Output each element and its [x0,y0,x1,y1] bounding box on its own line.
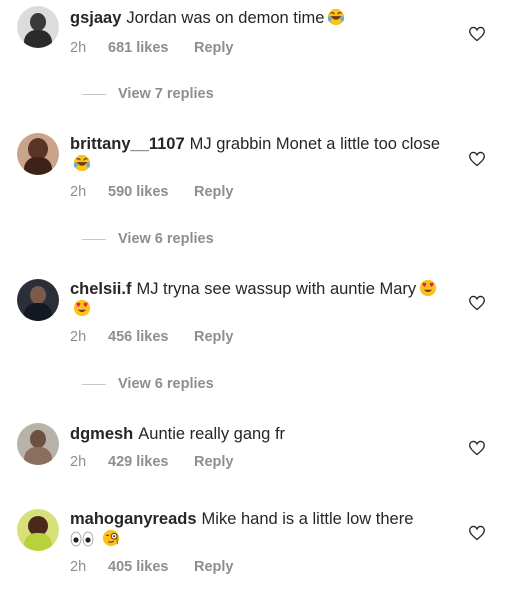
heart-outline-icon[interactable] [468,295,486,311]
avatar[interactable] [17,133,59,175]
reply-button[interactable]: Reply [194,40,234,56]
replies-divider [82,383,106,385]
reply-button[interactable]: Reply [194,184,234,200]
comment-text-block: brittany__1107 MJ grabbin Monet a little … [70,134,450,174]
comment-likes[interactable]: 590 likes [108,184,194,200]
comment-username[interactable]: mahoganyreads [70,510,197,528]
heart-outline-icon[interactable] [468,151,486,167]
comment-time: 2h [70,184,87,200]
comment-time: 2h [70,40,87,56]
heart-outline-icon[interactable] [468,26,486,42]
laughing-emoji-icon [328,8,345,26]
avatar[interactable] [17,423,59,465]
comment-meta: 2h 681 likes Reply [70,40,234,56]
heart-outline-icon[interactable] [468,440,486,456]
comment-text: Auntie really gang fr [138,425,286,443]
comment-time: 2h [70,559,87,575]
comment-likes[interactable]: 681 likes [108,40,194,56]
reply-button[interactable]: Reply [194,329,234,345]
comment-likes[interactable]: 456 likes [108,329,194,345]
comment-time: 2h [70,454,87,470]
comment-meta: 2h 590 likes Reply [70,184,234,200]
view-replies-label: View 7 replies [118,86,214,102]
comment-meta: 2h 429 likes Reply [70,454,234,470]
comment-likes[interactable]: 429 likes [108,454,194,470]
comment-text-block: chelsii.f MJ tryna see wassup with auntie… [70,279,450,319]
comment-username[interactable]: brittany__1107 [70,135,185,153]
comment-text: MJ tryna see wassup with auntie Mary [136,280,417,298]
comment-text: Mike hand is a little low there [201,510,414,528]
avatar[interactable] [17,6,59,48]
view-replies-label: View 6 replies [118,376,214,392]
comment-username[interactable]: gsjaay [70,9,121,27]
comment-likes[interactable]: 405 likes [108,559,194,575]
comment-text-block: gsjaay Jordan was on demon time [70,8,450,28]
reply-button[interactable]: Reply [194,559,234,575]
laughing-emoji-icon [73,154,91,172]
comment-text-block: dgmesh Auntie really gang fr [70,424,450,444]
heart-eyes-emoji-icon [420,279,437,297]
comment-meta: 2h 456 likes Reply [70,329,234,345]
avatar[interactable] [17,279,59,321]
view-replies-button[interactable]: View 6 replies [82,231,214,247]
replies-divider [82,238,106,240]
view-replies-label: View 6 replies [118,231,214,247]
heart-eyes-emoji-icon [73,299,91,317]
monocle-face-emoji-icon [102,529,119,547]
comment-text: Jordan was on demon time [126,9,325,27]
comment-text-block: mahoganyreads Mike hand is a little low t… [70,509,450,549]
comment-text: MJ grabbin Monet a little too close [189,135,441,153]
reply-button[interactable]: Reply [194,454,234,470]
avatar[interactable] [17,509,59,551]
comment-username[interactable]: chelsii.f [70,280,131,298]
view-replies-button[interactable]: View 7 replies [82,86,214,102]
heart-outline-icon[interactable] [468,525,486,541]
comment-username[interactable]: dgmesh [70,425,133,443]
view-replies-button[interactable]: View 6 replies [82,376,214,392]
comment-time: 2h [70,329,87,345]
replies-divider [82,93,106,95]
eyes-emoji-icon [70,531,94,547]
comment-meta: 2h 405 likes Reply [70,559,234,575]
